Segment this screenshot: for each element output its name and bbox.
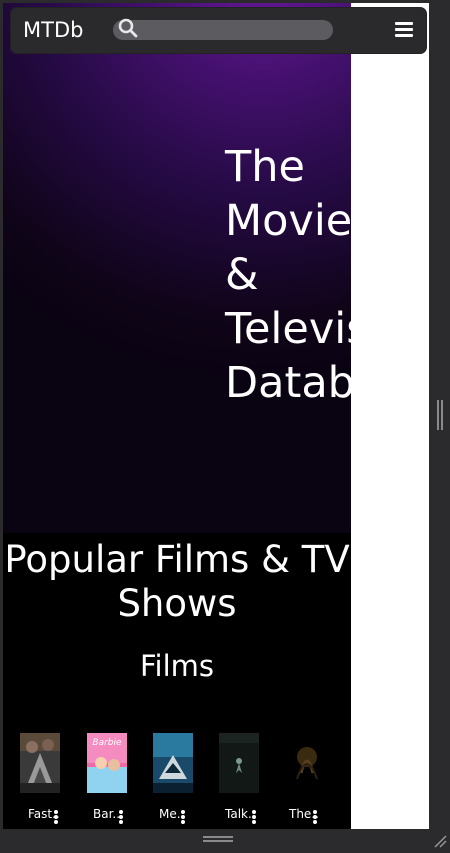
film-poster[interactable]	[219, 733, 259, 793]
films-subtitle: Films	[139, 649, 215, 683]
film-title: Bar..	[93, 807, 121, 821]
svg-text:Barbie: Barbie	[92, 738, 122, 748]
film-card[interactable]: Barbie Bar..	[75, 733, 135, 829]
top-navbar: MTDb	[11, 8, 426, 53]
more-options-icon[interactable]	[119, 810, 123, 824]
film-poster[interactable]	[287, 733, 327, 793]
more-options-icon[interactable]	[252, 810, 256, 824]
film-card[interactable]: Talk..	[207, 733, 267, 829]
brand-logo[interactable]: MTDb	[23, 18, 83, 42]
search-icon	[118, 18, 138, 38]
film-poster[interactable]: Barbie	[87, 733, 127, 793]
hero-title: The Movie & Televis Datab	[225, 140, 351, 410]
hero-title-line: Televis	[225, 304, 351, 354]
more-options-icon[interactable]	[181, 810, 185, 824]
page-content: The Movie & Televis Datab Popular Films …	[3, 3, 351, 829]
films-carousel: Fast.. Barbie Bar.. Me.. Talk.. The..	[3, 733, 351, 829]
hero-title-line: Datab	[225, 358, 351, 408]
hero-title-line: Movie	[225, 196, 351, 246]
hamburger-menu-icon[interactable]	[395, 22, 413, 38]
browser-viewport: The Movie & Televis Datab Popular Films …	[3, 3, 429, 829]
vertical-resize-handle-icon[interactable]	[437, 400, 443, 430]
hero-banner: The Movie & Televis Datab	[3, 3, 351, 533]
popular-section-title: Popular Films & TV Shows	[4, 538, 350, 625]
more-options-icon[interactable]	[313, 810, 317, 824]
film-card[interactable]: Me..	[141, 733, 201, 829]
hero-title-line: The	[225, 142, 305, 192]
search-input[interactable]	[113, 18, 333, 40]
film-poster[interactable]	[153, 733, 193, 793]
horizontal-resize-handle-icon[interactable]	[203, 836, 233, 842]
more-options-icon[interactable]	[54, 810, 58, 824]
film-card[interactable]: Fast..	[8, 733, 68, 829]
corner-resize-icon[interactable]	[433, 834, 447, 848]
film-card[interactable]: The..	[275, 733, 335, 829]
hero-title-line: &	[225, 250, 259, 300]
film-poster[interactable]	[20, 733, 60, 793]
